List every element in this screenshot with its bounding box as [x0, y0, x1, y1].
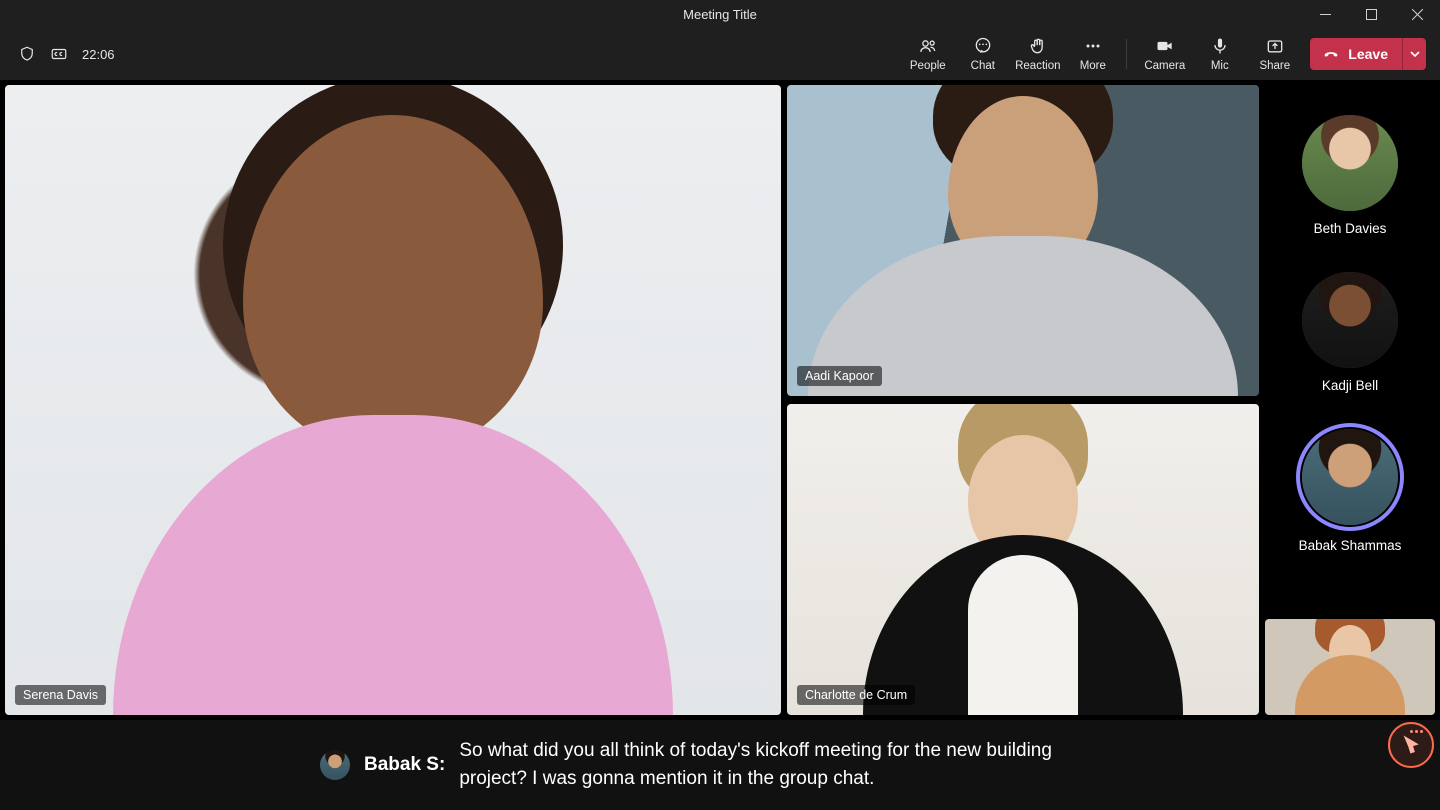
people-icon	[918, 36, 938, 56]
more-icon	[1083, 36, 1103, 56]
participant-name: Kadji Bell	[1322, 378, 1378, 393]
reaction-button[interactable]: Reaction	[1010, 36, 1065, 72]
participant-name: Serena Davis	[15, 685, 106, 705]
more-button[interactable]: More	[1065, 36, 1120, 72]
chat-icon	[973, 36, 993, 56]
participant-name: Aadi Kapoor	[797, 366, 882, 386]
people-button[interactable]: People	[900, 36, 955, 72]
close-button[interactable]	[1394, 0, 1440, 28]
reaction-icon	[1028, 36, 1048, 56]
toolbar-label: Reaction	[1015, 60, 1060, 72]
participant-name: Beth Davies	[1314, 221, 1387, 236]
video-tile-main[interactable]: Serena Davis	[5, 85, 781, 715]
toolbar-divider	[1126, 39, 1127, 69]
cursor-icon	[1400, 734, 1422, 756]
participant-name: Charlotte de Crum	[797, 685, 915, 705]
self-video-thumbnail[interactable]	[1265, 619, 1435, 715]
video-stage: Serena Davis Aadi Kapoor Charlotte de Cr…	[0, 80, 1440, 720]
avatar	[1302, 429, 1398, 525]
chat-button[interactable]: Chat	[955, 36, 1010, 72]
window-title: Meeting Title	[683, 7, 757, 22]
roster-item[interactable]: Babak Shammas	[1265, 429, 1435, 556]
caption-avatar	[320, 750, 350, 780]
toolbar-label: People	[910, 60, 946, 72]
more-icon	[1410, 730, 1423, 733]
chevron-down-icon	[1410, 49, 1420, 59]
meeting-toolbar: 22:06 People Chat Reaction More Camera M…	[0, 28, 1440, 80]
roster-item[interactable]: Beth Davies	[1265, 115, 1435, 236]
toolbar-label: More	[1080, 60, 1106, 72]
participant-name: Babak Shammas	[1291, 535, 1410, 556]
toolbar-label: Camera	[1144, 60, 1185, 72]
leave-label: Leave	[1348, 46, 1388, 62]
caption-settings-button[interactable]	[1388, 722, 1434, 768]
leave-button[interactable]: Leave	[1310, 38, 1402, 70]
captions-icon[interactable]	[50, 45, 68, 63]
avatar	[1302, 272, 1398, 368]
participant-roster: Beth Davies Kadji Bell Babak Shammas	[1265, 85, 1435, 715]
video-tile[interactable]: Aadi Kapoor	[787, 85, 1259, 396]
mic-button[interactable]: Mic	[1192, 36, 1247, 72]
shield-icon[interactable]	[18, 45, 36, 63]
hangup-icon	[1322, 45, 1340, 63]
toolbar-label: Share	[1259, 60, 1290, 72]
mic-icon	[1210, 36, 1230, 56]
camera-icon	[1155, 36, 1175, 56]
leave-menu-button[interactable]	[1402, 38, 1426, 70]
camera-button[interactable]: Camera	[1137, 36, 1192, 72]
window-controls	[1302, 0, 1440, 28]
minimize-button[interactable]	[1302, 0, 1348, 28]
toolbar-label: Mic	[1211, 60, 1229, 72]
roster-item[interactable]: Kadji Bell	[1265, 272, 1435, 393]
toolbar-label: Chat	[971, 60, 995, 72]
share-button[interactable]: Share	[1247, 36, 1302, 72]
title-bar: Meeting Title	[0, 0, 1440, 28]
video-tile[interactable]: Charlotte de Crum	[787, 404, 1259, 715]
caption-text: So what did you all think of today's kic…	[459, 737, 1079, 792]
avatar	[1302, 115, 1398, 211]
caption-speaker-name: Babak S:	[364, 754, 445, 776]
maximize-button[interactable]	[1348, 0, 1394, 28]
meeting-timer: 22:06	[82, 47, 115, 62]
live-caption-bar: Babak S: So what did you all think of to…	[0, 720, 1440, 810]
share-icon	[1265, 36, 1285, 56]
